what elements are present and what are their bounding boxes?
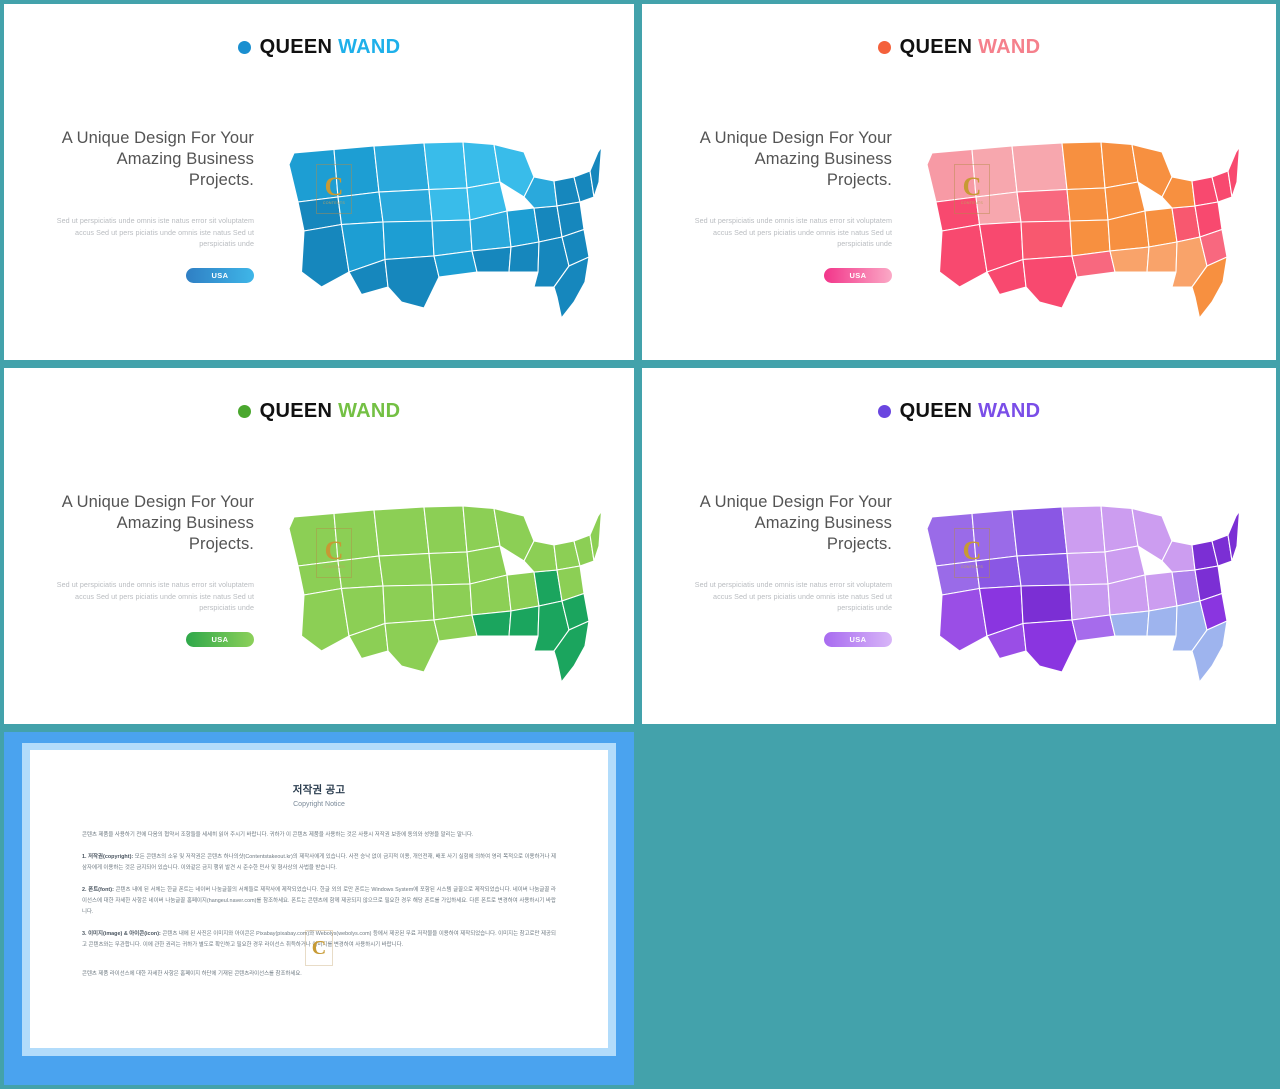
- document-footer: 콘텐츠 제품 라이선스에 대한 자세한 사항은 홈페이지 하단에 기재된 콘텐츠…: [82, 971, 302, 977]
- body-text: Sed ut perspiciatis unde omnis iste natu…: [56, 580, 254, 612]
- brand-accent: WAND: [338, 36, 401, 58]
- document-page: 저작권 공고 Copyright Notice 콘텐츠 제품을 사용하기 전에 …: [30, 750, 608, 1048]
- usa-map[interactable]: C CONTENTS: [912, 122, 1242, 322]
- brand-title: QUEEN WAND: [900, 400, 1041, 423]
- brand-primary: QUEEN: [899, 400, 973, 422]
- slide-green[interactable]: QUEEN WAND A Unique Design For Your Amaz…: [4, 368, 634, 724]
- brand-accent: WAND: [978, 400, 1041, 422]
- brand-header: QUEEN WAND: [4, 400, 634, 423]
- slide-blue[interactable]: QUEEN WAND A Unique Design For Your Amaz…: [4, 4, 634, 360]
- usa-map[interactable]: C CONTENTS: [912, 486, 1242, 686]
- usa-map-svg: [288, 505, 603, 684]
- brand-header: QUEEN WAND: [642, 400, 1276, 423]
- usa-map-svg: [926, 141, 1241, 320]
- headline: A Unique Design For Your Amazing Busines…: [699, 493, 892, 553]
- brand-title: QUEEN WAND: [900, 36, 1041, 59]
- slide-purple[interactable]: QUEEN WAND A Unique Design For Your Amaz…: [642, 368, 1276, 724]
- paragraph-heading: 3. 이미지(image) & 아이콘(icon):: [82, 931, 161, 937]
- paragraph-heading: 2. 폰트(font):: [82, 887, 114, 893]
- brand-header: QUEEN WAND: [4, 36, 634, 59]
- brand-dot-icon: [877, 405, 891, 418]
- headline: A Unique Design For Your Amazing Busines…: [61, 493, 254, 553]
- usa-button[interactable]: USA: [186, 267, 254, 283]
- headline: A Unique Design For Your Amazing Busines…: [699, 129, 892, 189]
- slide-pink[interactable]: QUEEN WAND A Unique Design For Your Amaz…: [642, 4, 1276, 360]
- brand-primary: QUEEN: [259, 36, 333, 58]
- text-column: A Unique Design For Your Amazing Busines…: [50, 128, 254, 283]
- usa-button[interactable]: USA: [824, 631, 892, 647]
- brand-title: QUEEN WAND: [260, 400, 401, 423]
- document-paragraph: 2. 폰트(font): 콘텐츠 내에 된 서체는 한글 폰트는 네이버 나눔글…: [82, 885, 556, 918]
- usa-map-svg: [926, 505, 1241, 684]
- slide-deck-canvas: QUEEN WAND A Unique Design For Your Amaz…: [0, 0, 1280, 1089]
- usa-map[interactable]: C CONTENTS: [274, 122, 604, 322]
- brand-title: QUEEN WAND: [260, 36, 401, 59]
- paragraph-heading: 1. 저작권(copyright):: [82, 854, 134, 860]
- usa-map-svg: [288, 141, 603, 320]
- document-watermark: C: [305, 930, 333, 966]
- body-text: Sed ut perspiciatis unde omnis iste natu…: [694, 580, 892, 612]
- body-text: Sed ut perspiciatis unde omnis iste natu…: [56, 216, 254, 248]
- brand-dot-icon: [877, 41, 891, 54]
- text-column: A Unique Design For Your Amazing Busines…: [688, 128, 892, 283]
- brand-accent: WAND: [338, 400, 401, 422]
- brand-header: QUEEN WAND: [642, 36, 1276, 59]
- brand-dot-icon: [237, 41, 251, 54]
- body-text: Sed ut perspiciatis unde omnis iste natu…: [694, 216, 892, 248]
- paragraph-text: 콘텐츠 내에 된 서체는 한글 폰트는 네이버 나눔글꼴의 서체들로 제작사에 …: [82, 887, 556, 915]
- paragraph-text: 모든 콘텐츠의 소유 및 저작권은 콘텐츠 하나의샷(Contentstakeo…: [82, 854, 556, 871]
- brand-accent: WAND: [978, 36, 1041, 58]
- copyright-notice-panel[interactable]: 저작권 공고 Copyright Notice 콘텐츠 제품을 사용하기 전에 …: [4, 732, 634, 1085]
- brand-dot-icon: [237, 405, 251, 418]
- document-title: 저작권 공고: [292, 784, 346, 796]
- usa-map[interactable]: C CONTENTS: [274, 486, 604, 686]
- document-paragraph: 1. 저작권(copyright): 모든 콘텐츠의 소유 및 저작권은 콘텐츠…: [82, 852, 556, 874]
- brand-primary: QUEEN: [899, 36, 973, 58]
- document-intro: 콘텐츠 제품을 사용하기 전에 다음의 협약서 조항들을 세세히 읽어 주시기 …: [82, 832, 474, 838]
- usa-button[interactable]: USA: [186, 631, 254, 647]
- document-subtitle: Copyright Notice: [293, 801, 345, 808]
- text-column: A Unique Design For Your Amazing Busines…: [688, 492, 892, 647]
- headline: A Unique Design For Your Amazing Busines…: [61, 129, 254, 189]
- brand-primary: QUEEN: [259, 400, 333, 422]
- document-body: 콘텐츠 제품을 사용하기 전에 다음의 협약서 조항들을 세세히 읽어 주시기 …: [82, 830, 556, 980]
- usa-button[interactable]: USA: [824, 267, 892, 283]
- watermark-letter: C: [311, 937, 327, 959]
- text-column: A Unique Design For Your Amazing Busines…: [50, 492, 254, 647]
